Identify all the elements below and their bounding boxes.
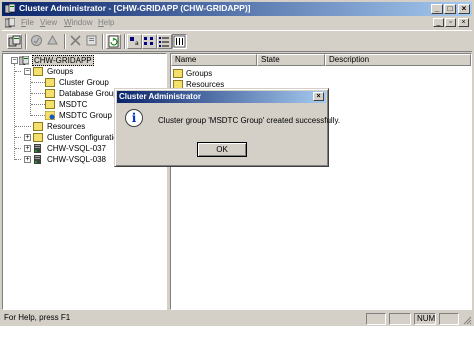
ok-button[interactable]: OK <box>197 142 247 157</box>
window-title: Cluster Administrator - [CHW-GRIDAPP (CH… <box>19 3 251 13</box>
cluster-app-icon <box>4 3 16 14</box>
open-connection-icon[interactable] <box>7 34 22 49</box>
status-panel <box>439 313 459 325</box>
tree-line <box>15 126 31 127</box>
maximize-button[interactable]: □ <box>444 4 456 14</box>
minimize-button[interactable]: _ <box>431 4 443 14</box>
status-bar: For Help, press F1 NUM <box>0 312 474 326</box>
dialog-message: Cluster group 'MSDTC Group' created succ… <box>158 116 341 125</box>
tree-label: Resources <box>47 122 86 131</box>
column-header-description[interactable]: Description <box>325 54 471 66</box>
menu-file[interactable]: File <box>21 18 34 27</box>
refresh-icon[interactable] <box>106 34 121 49</box>
expand-toggle[interactable]: + <box>24 145 31 152</box>
tree-line <box>14 64 15 160</box>
expand-toggle[interactable]: + <box>24 156 31 163</box>
details-view-icon[interactable] <box>172 34 187 49</box>
tree-line <box>31 82 45 83</box>
tree-label: MSDTC <box>59 100 88 109</box>
tree-label: MSDTC Group <box>59 111 112 120</box>
folder-icon <box>33 122 43 131</box>
tree-line <box>15 137 21 138</box>
folder-icon <box>173 69 183 78</box>
tree-label: CHW-VSQL-038 <box>47 155 106 164</box>
status-num: NUM <box>414 313 436 325</box>
folder-icon <box>33 133 43 142</box>
tree-line <box>15 71 21 72</box>
tree-line <box>15 148 21 149</box>
tree-label: Groups <box>47 67 74 76</box>
list-view-icon[interactable] <box>157 34 172 49</box>
toolbar-separator <box>64 34 66 49</box>
toolbar: a <box>2 30 472 52</box>
status-panel <box>389 313 411 325</box>
group-icon <box>45 78 55 87</box>
tree-label: Cluster Configuration <box>47 133 123 142</box>
tree-label: Cluster Group <box>59 78 109 87</box>
mdi-minimize-button[interactable]: _ <box>433 18 444 27</box>
toolbar-separator <box>124 34 126 49</box>
toolbar-separator <box>25 34 27 49</box>
expand-toggle[interactable]: + <box>24 134 31 141</box>
dialog-title-text: Cluster Administrator <box>119 92 201 101</box>
status-panel <box>366 313 386 325</box>
mdi-restore-button[interactable]: ▫ <box>445 18 456 27</box>
delete-icon[interactable] <box>69 34 84 49</box>
bring-online-icon[interactable] <box>30 34 45 49</box>
server-icon <box>33 155 43 164</box>
take-offline-icon[interactable] <box>46 34 61 49</box>
main-window: Cluster Administrator - [CHW-GRIDAPP (CH… <box>0 0 474 326</box>
dialog-close-button[interactable]: × <box>313 92 324 101</box>
properties-icon[interactable] <box>85 34 100 49</box>
title-bar: Cluster Administrator - [CHW-GRIDAPP (CH… <box>2 2 472 16</box>
tree-label: CHW-GRIDAPP <box>32 55 94 66</box>
information-icon: i <box>125 109 143 127</box>
small-icons-view-icon[interactable] <box>142 34 157 49</box>
group-icon <box>44 110 56 121</box>
svg-text:a: a <box>135 40 139 47</box>
collapse-toggle[interactable]: − <box>11 57 18 64</box>
collapse-toggle[interactable]: − <box>24 68 31 75</box>
menu-bar: File View Window Help _ ▫ × <box>2 17 472 29</box>
status-help-text: For Help, press F1 <box>4 313 71 322</box>
column-header-state[interactable]: State <box>257 54 325 66</box>
group-icon <box>45 89 55 98</box>
tree-line <box>31 104 45 105</box>
tree-line <box>31 115 45 116</box>
tree-label: CHW-VSQL-037 <box>47 144 106 153</box>
list-item-label: Groups <box>186 69 213 78</box>
dialog-title: Cluster Administrator × <box>117 91 326 103</box>
tree-line <box>30 74 31 116</box>
large-icons-view-icon[interactable]: a <box>127 34 142 49</box>
size-grip-icon[interactable] <box>462 315 472 325</box>
tree-label: Database Group <box>59 89 118 98</box>
toolbar-separator <box>102 34 104 49</box>
folder-open-icon <box>33 67 43 76</box>
menu-view[interactable]: View <box>40 18 57 27</box>
close-button[interactable]: × <box>458 4 470 14</box>
mdi-document-icon[interactable] <box>4 17 16 28</box>
column-header-name[interactable]: Name <box>171 54 257 66</box>
menu-window[interactable]: Window <box>64 18 92 27</box>
mdi-close-button[interactable]: × <box>458 18 469 27</box>
tree-line <box>31 93 45 94</box>
message-dialog: Cluster Administrator × i Cluster group … <box>114 88 340 167</box>
menu-help[interactable]: Help <box>98 18 114 27</box>
server-icon <box>33 144 43 153</box>
tree-line <box>15 159 21 160</box>
group-icon <box>45 100 55 109</box>
cluster-icon <box>18 55 30 66</box>
